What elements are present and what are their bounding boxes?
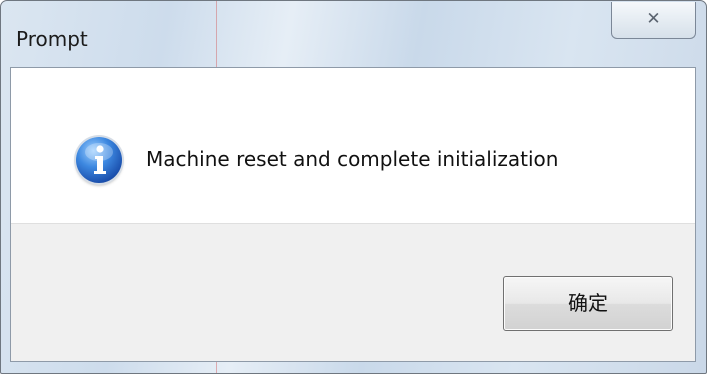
dialog-client-area: Machine reset and complete initializatio… — [10, 67, 696, 362]
dialog-content: Machine reset and complete initializatio… — [11, 68, 695, 223]
dialog-message: Machine reset and complete initializatio… — [146, 147, 559, 171]
dialog-button-bar: 确定 — [11, 223, 695, 361]
prompt-dialog-window: Prompt ✕ Machine reset and complete init… — [0, 0, 707, 374]
close-button[interactable]: ✕ — [611, 2, 696, 39]
close-icon: ✕ — [646, 9, 661, 29]
information-icon — [76, 137, 122, 183]
window-title: Prompt — [16, 27, 88, 51]
ok-button[interactable]: 确定 — [503, 276, 673, 331]
